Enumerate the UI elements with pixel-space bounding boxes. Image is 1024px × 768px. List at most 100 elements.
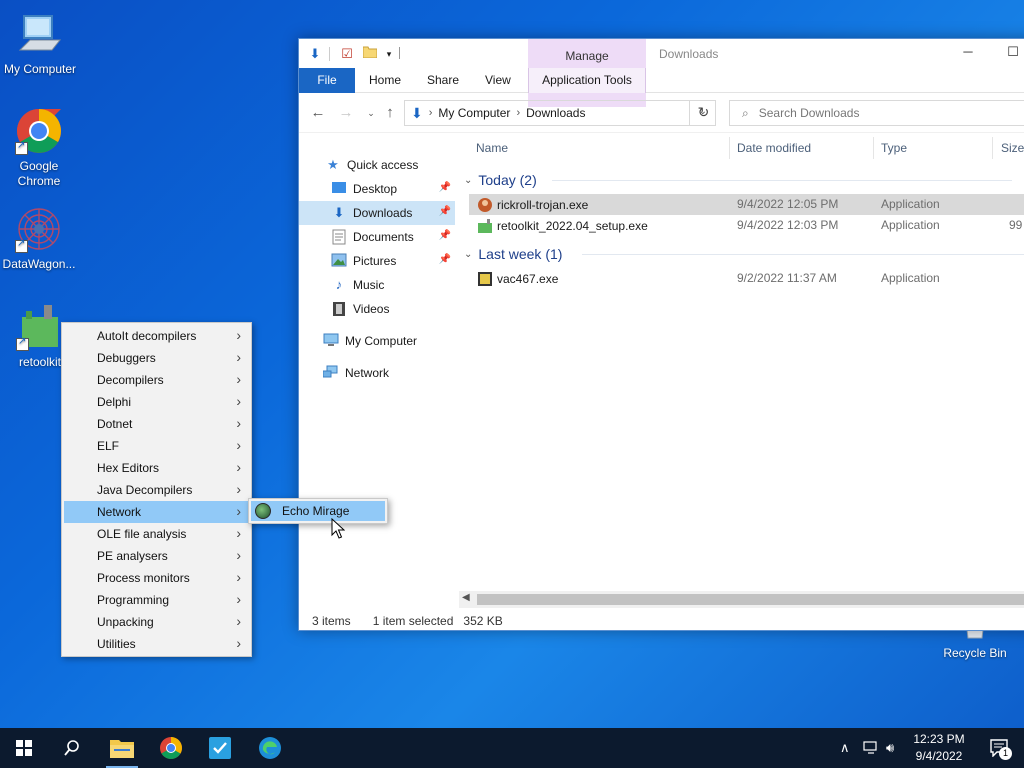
menu-item-process-monitors[interactable]: Process monitors › [64, 567, 249, 589]
group-label: Last week (1) [478, 246, 563, 262]
nav-label: Pictures [353, 254, 397, 268]
customize-toolbar-icon[interactable]: ▾ [381, 46, 397, 62]
system-clock[interactable]: 12:23 PM 9/4/2022 [908, 731, 970, 765]
nav-label: Music [353, 278, 385, 292]
chevron-right-icon: › [236, 415, 241, 431]
desktop-icon-my-computer[interactable]: My Computer [0, 10, 80, 77]
menu-item-echo-mirage[interactable]: Echo Mirage [251, 501, 385, 521]
menu-item-hex-editors[interactable]: Hex Editors › [64, 457, 249, 479]
start-button[interactable] [0, 728, 48, 768]
nav-videos[interactable]: Videos [299, 297, 455, 321]
action-center-button[interactable]: 1 [976, 728, 1024, 768]
nav-network[interactable]: Network [299, 361, 455, 385]
menu-item-decompilers[interactable]: Decompilers › [64, 369, 249, 391]
maximize-button[interactable]: ☐ [1006, 45, 1020, 59]
nav-label: My Computer [345, 334, 418, 348]
shortcut-arrow-icon [15, 238, 28, 253]
chevron-right-icon: › [236, 613, 241, 629]
computer-icon [16, 10, 64, 58]
window-title: Downloads [659, 47, 719, 61]
menu-item-pe-analysers[interactable]: PE analysers › [64, 545, 249, 567]
star-icon: ★ [327, 157, 339, 172]
menu-item-programming[interactable]: Programming › [64, 589, 249, 611]
scrollbar-thumb[interactable] [477, 594, 1024, 605]
scroll-left-icon[interactable]: ◀ [462, 592, 470, 603]
network-status-icon[interactable] [863, 740, 879, 757]
breadcrumb-my-computer[interactable]: My Computer [438, 106, 510, 120]
menu-item-elf[interactable]: ELF › [64, 435, 249, 457]
menu-item-debuggers[interactable]: Debuggers › [64, 347, 249, 369]
search-box[interactable]: ⌕ Search Downloads [729, 100, 1024, 126]
nav-my-computer[interactable]: My Computer [299, 329, 455, 353]
search-button[interactable] [48, 728, 96, 768]
new-folder-icon[interactable] [362, 46, 378, 62]
menu-item-utilities[interactable]: Utilities › [64, 633, 249, 655]
network-icon [322, 365, 339, 381]
file-size: 99 [1009, 218, 1023, 232]
back-button[interactable]: ← [309, 104, 327, 122]
tab-file[interactable]: File [299, 68, 355, 93]
tab-application-tools[interactable]: Application Tools [528, 68, 646, 93]
desktop-icon-datawagon[interactable]: DataWagon... [0, 205, 79, 272]
column-divider[interactable] [729, 137, 730, 159]
menu-item-unpacking[interactable]: Unpacking › [64, 611, 249, 633]
desktop-icon-google-chrome[interactable]: Google Chrome [0, 107, 79, 189]
desktop-icon-label: Google Chrome [17, 159, 61, 188]
column-size[interactable]: Size [1001, 141, 1024, 155]
menu-item-label: Debuggers [97, 351, 156, 365]
chevron-right-icon: › [236, 503, 241, 519]
nav-music[interactable]: ♪ Music [299, 273, 455, 297]
explorer-window: ⬇ ☑ ▾ Manage Downloads ─ ☐ File Home Sha… [298, 38, 1024, 631]
menu-item-network[interactable]: Network › [64, 501, 249, 523]
group-header-last-week[interactable]: ⌄ Last week (1) [464, 242, 1024, 266]
chevron-right-icon: › [236, 525, 241, 541]
taskbar-file-explorer[interactable] [98, 728, 146, 768]
address-bar[interactable]: ⬇ › My Computer › Downloads ⌄ [404, 100, 716, 126]
file-row[interactable]: vac467.exe 9/2/2022 11:37 AM Application [469, 268, 1024, 289]
title-bar: ⬇ ☑ ▾ Manage Downloads ─ ☐ [299, 39, 1024, 107]
menu-item-java-decompilers[interactable]: Java Decompilers › [64, 479, 249, 501]
show-hidden-icons-button[interactable]: ∧ [840, 740, 850, 756]
nav-documents[interactable]: Documents 📌 [299, 225, 455, 249]
column-date-modified[interactable]: Date modified [737, 141, 811, 155]
column-divider[interactable] [873, 137, 874, 159]
refresh-button[interactable]: ↻ [689, 100, 717, 126]
nav-desktop[interactable]: Desktop 📌 [299, 177, 455, 201]
menu-item-dotnet[interactable]: Dotnet › [64, 413, 249, 435]
group-header-today[interactable]: ⌄ Today (2) [464, 168, 1012, 192]
file-name: vac467.exe [497, 272, 559, 286]
taskbar-chrome[interactable] [147, 728, 195, 768]
taskbar-todo[interactable] [196, 728, 244, 768]
taskbar-edge[interactable] [246, 728, 294, 768]
file-row[interactable]: rickroll-trojan.exe 9/4/2022 12:05 PM Ap… [469, 194, 1024, 215]
breadcrumb-downloads[interactable]: Downloads [526, 106, 585, 120]
chevron-right-icon: › [236, 591, 241, 607]
nav-pictures[interactable]: Pictures 📌 [299, 249, 455, 273]
menu-item-delphi[interactable]: Delphi › [64, 391, 249, 413]
menu-item-autoit-decompilers[interactable]: AutoIt decompilers › [64, 325, 249, 347]
tab-view[interactable]: View [475, 68, 521, 93]
menu-item-label: Decompilers [97, 373, 164, 387]
volume-icon[interactable]: 🔊︎ [886, 740, 894, 756]
nav-label: Network [345, 366, 390, 380]
nav-label: Videos [353, 302, 390, 316]
file-row[interactable]: retoolkit_2022.04_setup.exe 9/4/2022 12:… [469, 215, 1024, 236]
chevron-right-icon: › [236, 349, 241, 365]
pin-icon: 📌 [438, 182, 451, 193]
tab-share[interactable]: Share [417, 68, 469, 93]
up-button[interactable]: ↑ [381, 104, 399, 122]
chevron-right-icon: › [236, 481, 241, 497]
nav-downloads[interactable]: ⬇ Downloads 📌 [299, 201, 455, 225]
nav-quick-access[interactable]: ★ Quick access [299, 153, 455, 177]
recent-locations-button[interactable]: ⌄ [362, 104, 380, 122]
tab-home[interactable]: Home [359, 68, 411, 93]
forward-button[interactable]: → [337, 104, 355, 122]
menu-item-ole-file-analysis[interactable]: OLE file analysis › [64, 523, 249, 545]
mouse-cursor-icon [331, 518, 345, 539]
column-type[interactable]: Type [881, 141, 907, 155]
horizontal-scrollbar[interactable]: ◀ [459, 591, 1024, 608]
minimize-button[interactable]: ─ [961, 45, 975, 59]
properties-icon[interactable]: ☑ [339, 46, 355, 62]
column-divider[interactable] [992, 137, 993, 159]
column-name[interactable]: Name [476, 141, 508, 155]
